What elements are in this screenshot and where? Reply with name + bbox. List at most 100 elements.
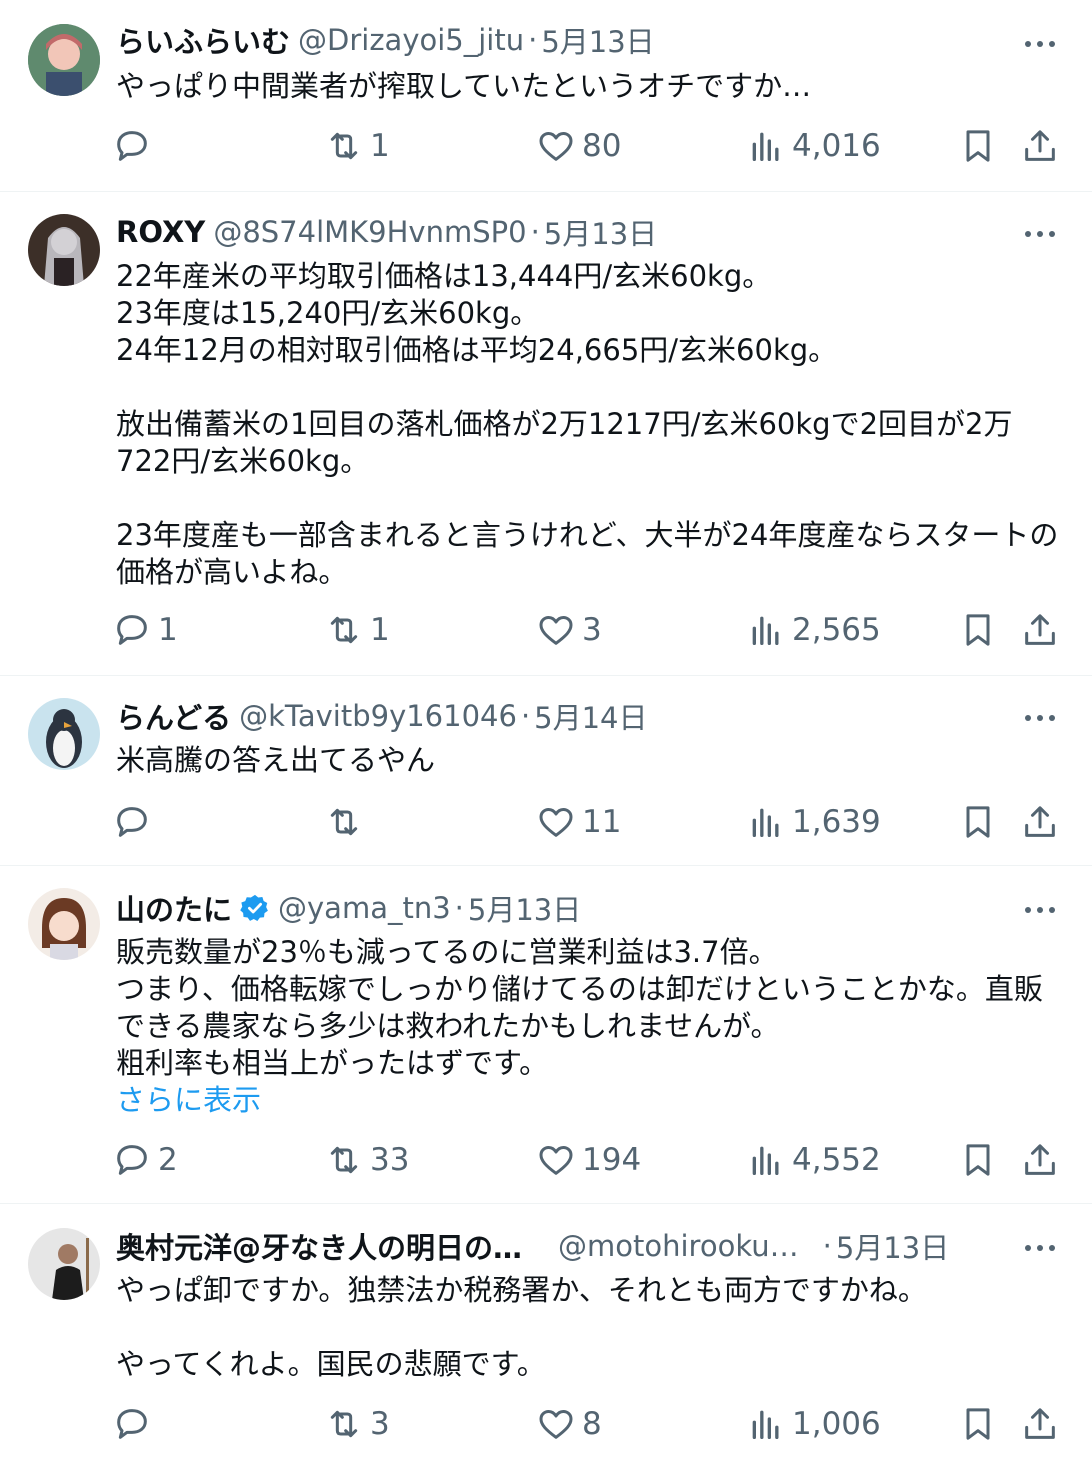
- bookmark-button[interactable]: [958, 124, 998, 168]
- like-button[interactable]: 80: [536, 124, 621, 168]
- retweet-icon: [330, 808, 358, 836]
- separator-dot: ·: [520, 699, 531, 733]
- tweet-header: らいふらいむ @Drizayoi5_jitu · 5月13日: [116, 20, 1032, 60]
- display-name[interactable]: らんどる: [116, 696, 231, 736]
- avatar[interactable]: [28, 888, 100, 960]
- action-bar: 1 80 4,016: [112, 124, 1062, 168]
- bookmark-button[interactable]: [958, 800, 998, 844]
- retweet-button[interactable]: 1: [324, 124, 390, 168]
- display-name[interactable]: 山のたに: [116, 888, 232, 928]
- tweet-header: 奥村元洋@牙なき人の明日の… @motohirooku… · 5月13日: [116, 1226, 1032, 1266]
- bookmark-button[interactable]: [958, 1402, 998, 1446]
- tweet-date[interactable]: 5月13日: [544, 212, 657, 252]
- views-button[interactable]: 4,552: [746, 1138, 881, 1182]
- share-icon: [1025, 130, 1055, 161]
- heart-icon: [539, 1146, 573, 1175]
- display-name[interactable]: ROXY: [116, 215, 205, 249]
- views-button[interactable]: 4,016: [746, 124, 881, 168]
- tweet-date[interactable]: 5月14日: [534, 696, 647, 736]
- like-button[interactable]: 3: [536, 608, 602, 652]
- view-count: 2,565: [792, 612, 881, 648]
- tweet-date[interactable]: 5月13日: [836, 1226, 949, 1266]
- reply-button[interactable]: 2: [112, 1138, 178, 1182]
- bar-chart-icon: [752, 616, 779, 645]
- more-options-icon[interactable]: [1018, 1228, 1062, 1268]
- tweet-text: 米高騰の答え出てるやん: [116, 743, 436, 777]
- bookmark-icon: [966, 806, 990, 838]
- bookmark-icon: [966, 1144, 990, 1176]
- reply-button[interactable]: [112, 800, 158, 844]
- views-button[interactable]: 1,006: [746, 1402, 881, 1446]
- avatar-image: [28, 888, 100, 960]
- more-options-icon[interactable]: [1018, 24, 1062, 64]
- reply-button[interactable]: 1: [112, 608, 178, 652]
- verified-badge-icon[interactable]: [240, 893, 270, 923]
- retweet-button[interactable]: 33: [324, 1138, 409, 1182]
- user-handle[interactable]: @yama_tn3: [278, 891, 451, 925]
- action-bar: 11 1,639: [112, 800, 1062, 844]
- separator-dot: ·: [530, 215, 540, 249]
- retweet-count: 3: [370, 1406, 390, 1442]
- like-button[interactable]: 194: [536, 1138, 641, 1182]
- retweet-button[interactable]: [324, 800, 370, 844]
- retweet-button[interactable]: 3: [324, 1402, 390, 1446]
- bar-chart-icon: [752, 132, 779, 161]
- like-count: 8: [582, 1406, 602, 1442]
- tweet[interactable]: 山のたに @yama_tn3 · 5月13日 販売数量が23％も減ってるのに営業…: [0, 866, 1092, 1204]
- view-count: 4,016: [792, 128, 881, 164]
- tweet-text: 販売数量が23％も減ってるのに営業利益は3.7倍。 つまり、価格転嫁でしっかり儲…: [116, 935, 1043, 1080]
- reply-button[interactable]: [112, 124, 158, 168]
- reply-icon: [117, 1145, 147, 1175]
- like-button[interactable]: 8: [536, 1402, 602, 1446]
- bar-chart-icon: [752, 1146, 779, 1175]
- more-options-icon[interactable]: [1018, 698, 1062, 738]
- like-button[interactable]: 11: [536, 800, 621, 844]
- bookmark-button[interactable]: [958, 608, 998, 652]
- retweet-icon: [330, 616, 358, 644]
- user-handle[interactable]: @motohirooku…: [558, 1229, 799, 1263]
- reply-button[interactable]: [112, 1402, 158, 1446]
- views-button[interactable]: 2,565: [746, 608, 881, 652]
- share-button[interactable]: [1020, 608, 1060, 652]
- display-name[interactable]: らいふらいむ: [116, 20, 290, 60]
- like-count: 80: [582, 128, 622, 164]
- avatar-image: [28, 698, 100, 770]
- bookmark-button[interactable]: [958, 1138, 998, 1182]
- more-options-icon[interactable]: [1018, 890, 1062, 930]
- retweet-count: 1: [370, 612, 390, 648]
- user-handle[interactable]: @8S74lMK9HvnmSP0: [213, 215, 526, 249]
- share-button[interactable]: [1020, 1402, 1060, 1446]
- tweet-date[interactable]: 5月13日: [541, 20, 654, 60]
- tweet-text: やっぱり中間業者が搾取していたというオチですか…: [116, 69, 812, 103]
- bar-chart-icon: [752, 1410, 779, 1439]
- reply-count: 1: [158, 612, 178, 648]
- share-button[interactable]: [1020, 800, 1060, 844]
- tweet[interactable]: 奥村元洋@牙なき人の明日の… @motohirooku… · 5月13日 やっぱ…: [0, 1204, 1092, 1468]
- avatar-image: [28, 1228, 100, 1300]
- more-options-icon[interactable]: [1018, 214, 1062, 254]
- retweet-button[interactable]: 1: [324, 608, 390, 652]
- tweet-date[interactable]: 5月13日: [468, 888, 581, 928]
- user-handle[interactable]: @Drizayoi5_jitu: [298, 23, 524, 57]
- action-bar: 3 8 1,006: [112, 1402, 1062, 1446]
- views-button[interactable]: 1,639: [746, 800, 881, 844]
- share-button[interactable]: [1020, 124, 1060, 168]
- retweet-count: 33: [370, 1142, 410, 1178]
- tweet[interactable]: らんどる @kTavitb9y161046 · 5月14日 米高騰の答え出てるや…: [0, 676, 1092, 866]
- share-icon: [1025, 614, 1055, 645]
- avatar[interactable]: [28, 698, 100, 770]
- user-handle[interactable]: @kTavitb9y161046: [239, 699, 517, 733]
- display-name[interactable]: 奥村元洋@牙なき人の明日の…: [116, 1226, 522, 1266]
- tweet[interactable]: ROXY @8S74lMK9HvnmSP0 · 5月13日 22年産米の平均取引…: [0, 192, 1092, 676]
- avatar[interactable]: [28, 1228, 100, 1300]
- share-button[interactable]: [1020, 1138, 1060, 1182]
- like-count: 11: [582, 804, 622, 840]
- separator-dot: ·: [454, 891, 464, 925]
- show-more-link[interactable]: さらに表示: [116, 1082, 1062, 1119]
- heart-icon: [539, 1410, 573, 1439]
- tweet[interactable]: らいふらいむ @Drizayoi5_jitu · 5月13日 やっぱり中間業者が…: [0, 0, 1092, 192]
- avatar[interactable]: [28, 214, 100, 286]
- reply-count: 2: [158, 1142, 178, 1178]
- avatar[interactable]: [28, 24, 100, 96]
- share-icon: [1025, 1144, 1055, 1175]
